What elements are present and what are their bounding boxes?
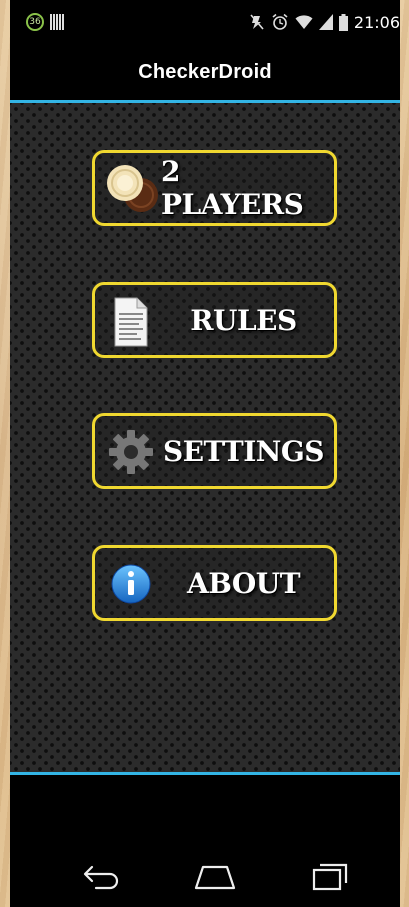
checker-pieces-icon: [107, 165, 158, 212]
back-icon[interactable]: [80, 863, 124, 891]
info-icon: [111, 564, 151, 604]
two-players-button[interactable]: 2 PLAYERS: [92, 150, 337, 226]
signal-icon: [318, 14, 333, 30]
about-button[interactable]: ABOUT: [92, 545, 337, 621]
navigation-bar: [10, 775, 400, 907]
status-bar: 36 21:06: [10, 0, 400, 44]
action-bar: CheckerDroid: [10, 44, 400, 100]
home-icon[interactable]: [193, 863, 237, 891]
rules-button[interactable]: RULES: [92, 282, 337, 358]
about-label: ABOUT: [186, 566, 301, 600]
notification-count-icon: 36: [26, 13, 44, 31]
clock: 21:06: [353, 12, 400, 32]
barcode-icon: [50, 14, 64, 30]
document-icon: [114, 297, 148, 347]
rules-label: RULES: [190, 303, 297, 337]
settings-button[interactable]: SETTINGS: [92, 413, 337, 489]
mute-icon: [250, 14, 264, 30]
two-players-label: 2 PLAYERS: [161, 155, 304, 221]
alarm-icon: [272, 13, 288, 30]
main-menu: 2 PLAYERS RULES SETTINGS ABOUT: [10, 103, 400, 772]
recent-apps-icon[interactable]: [306, 863, 350, 891]
battery-icon: [338, 13, 348, 31]
settings-label: SETTINGS: [162, 434, 325, 468]
gear-icon: [109, 430, 153, 474]
wifi-icon: [295, 15, 313, 29]
phone-screen: 36 21:06 CheckerDroid 2 PLAYERS RULES SE…: [10, 0, 400, 907]
status-icons: 21:06: [249, 10, 400, 34]
app-title: CheckerDroid: [138, 61, 272, 83]
